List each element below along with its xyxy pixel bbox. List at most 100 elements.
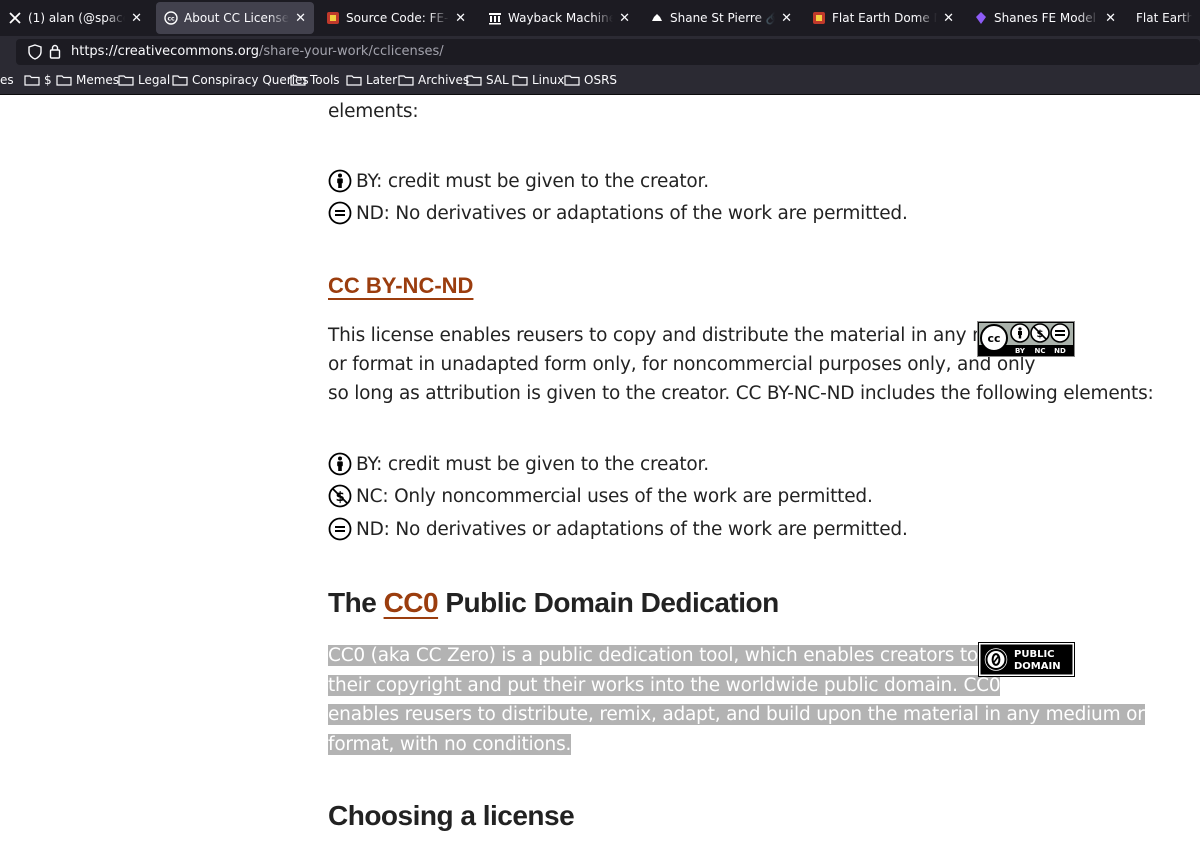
svg-text:cc: cc [987,332,1000,345]
svg-text:cc: cc [167,16,175,23]
nav-bar: https://creativecommons.org/share-your-w… [0,36,1200,68]
bookmark-conspiracy[interactable]: Conspiracy Queries [172,73,309,87]
badge-line-domain: DOMAIN [1014,661,1061,672]
badge-label-nd: ND [1054,347,1066,355]
tab-title: Shanes FE Model - Shar [994,11,1099,25]
tab-title: Source Code: FE-Dome [346,11,449,25]
by-nc-nd-license-badge[interactable]: cc $ BY NC ND [977,321,1075,357]
address-bar[interactable]: https://creativecommons.org/share-your-w… [16,39,1200,65]
by-nc-nd-paragraph-line-3: so long as attribution is given to the c… [328,383,1154,404]
folder-icon [172,75,188,86]
tab-title: About CC Licenses - Cre [184,11,290,25]
folder-icon [512,75,528,86]
x-logo-icon [8,11,22,25]
by-attribution-icon [328,452,352,476]
bookmark-osrs[interactable]: OSRS [564,73,617,87]
by-nc-nd-paragraph-line-1: This license enables reusers to copy and… [328,325,1047,346]
nc-noncommercial-icon: $ [328,484,352,508]
intro-tail: elements: [328,101,419,122]
nd-no-derivatives-icon [328,517,352,541]
tab-source-code[interactable]: Source Code: FE-Dome ✕ [318,2,474,34]
close-icon[interactable]: ✕ [943,11,954,26]
bookmark-label: SAL [486,73,509,87]
list-item-text: NC: Only noncommercial uses of the work … [356,485,873,507]
tab-title: Flat Earth Do [1136,11,1192,25]
selected-text: format, with no conditions. [328,734,572,755]
close-icon[interactable]: ✕ [455,11,466,26]
bookmark-label: Later [366,73,398,87]
tab-twitter[interactable]: (1) alan (@space_audit ✕ [0,2,150,34]
close-icon[interactable]: ✕ [1105,11,1116,26]
by-attribution-icon [328,169,352,193]
section-heading-cc0: The CC0 Public Domain Dedication [328,587,779,619]
heading-text: Public Domain Dedication [438,587,779,618]
folder-icon [56,75,72,86]
gem-icon [974,11,988,25]
bookmark-legal[interactable]: Legal [118,73,170,87]
list-item-nd: ND: No derivatives or adaptations of the… [328,201,908,225]
url-host: https://creativecommons.org [71,44,260,59]
bookmark-later[interactable]: Later [346,73,397,87]
selected-text: their copyright and put their works into… [328,675,1001,696]
close-icon[interactable]: ✕ [295,11,306,26]
lock-icon[interactable] [49,44,61,63]
tab-title: (1) alan (@space_audit [28,11,125,25]
cc0-paragraph-line-2: their copyright and put their works into… [328,675,1001,696]
folder-icon [24,75,40,86]
selected-text: enables reusers to distribute, remix, ad… [328,704,1145,725]
section-heading-by-nc-nd: CC BY-NC-ND [328,273,473,299]
hat-icon [650,11,664,25]
nd-no-derivatives-icon [328,201,352,225]
tab-cc-licenses[interactable]: cc About CC Licenses - Cre ✕ [156,2,314,34]
bookmark-dollar[interactable]: $ [24,73,52,87]
cc0-paragraph-line-4: format, with no conditions. [328,734,571,755]
cc0-paragraph-line-1: CC0 (aka CC Zero) is a public dedication… [328,645,1051,666]
list-item-text: ND: No derivatives or adaptations of the… [356,518,908,540]
list-item-nc: $ NC: Only noncommercial uses of the wor… [328,484,873,508]
list-item-text: BY: credit must be given to the creator. [356,453,709,475]
tab-fe-dome-model[interactable]: Flat Earth Dome Model ✕ [804,2,962,34]
cc0-public-domain-badge[interactable]: PUBLIC DOMAIN [978,642,1075,677]
by-nc-nd-paragraph-line-2: or format in unadapted form only, for no… [328,354,1036,375]
list-item-by: BY: credit must be given to the creator. [328,169,709,193]
cc0-paragraph-line-3: enables reusers to distribute, remix, ad… [328,704,1145,725]
shield-icon[interactable] [28,44,42,64]
tab-flat-earth[interactable]: Flat Earth Do [1128,2,1200,34]
tab-wayback[interactable]: Wayback Machine ✕ [480,2,638,34]
bookmark-label: OSRS [584,73,618,87]
bookmark-memes[interactable]: Memes [56,73,119,87]
badge-label-by: BY [1015,347,1026,355]
bookmark-tools[interactable]: Tools [290,73,340,87]
tab-title: Flat Earth Dome Model [832,11,937,25]
by-nc-nd-link[interactable]: CC BY-NC-ND [328,273,473,298]
bookmark-label: Legal [138,73,171,87]
tab-bar: (1) alan (@space_audit ✕ cc About CC Lic… [0,0,1200,36]
bookmark-sal[interactable]: SAL [466,73,509,87]
folder-icon [346,75,362,86]
close-icon[interactable]: ✕ [619,11,630,26]
bookmark-label: Archives [418,73,470,87]
list-item-text: ND: No derivatives or adaptations of the… [356,202,908,224]
cc0-link[interactable]: CC0 [384,587,439,618]
bookmark-label: Linux [532,73,565,87]
bookmark-archives[interactable]: Archives [398,73,469,87]
bookmark-linux[interactable]: Linux [512,73,564,87]
bookmark-label: Tools [310,73,340,87]
tab-title: Shane St Pierre 🔗 mark [670,11,776,25]
badge-line-public: PUBLIC [1014,649,1055,660]
fe-icon [812,11,826,25]
folder-icon [118,75,134,86]
folder-icon [398,75,414,86]
list-item-nd: ND: No derivatives or adaptations of the… [328,517,908,541]
url-text[interactable]: https://creativecommons.org/share-your-w… [71,44,444,59]
close-icon[interactable]: ✕ [781,11,792,26]
tab-shane[interactable]: Shane St Pierre 🔗 mark ✕ [642,2,800,34]
section-heading-choosing: Choosing a license [328,800,575,831]
folder-icon [564,75,580,86]
fe-icon [326,11,340,25]
selected-text: CC0 (aka CC Zero) is a public dedication… [328,645,1051,666]
archive-icon [488,11,502,25]
close-icon[interactable]: ✕ [131,11,142,26]
tab-shanes-model[interactable]: Shanes FE Model - Shar ✕ [966,2,1124,34]
bookmark-es[interactable]: es [0,73,14,87]
